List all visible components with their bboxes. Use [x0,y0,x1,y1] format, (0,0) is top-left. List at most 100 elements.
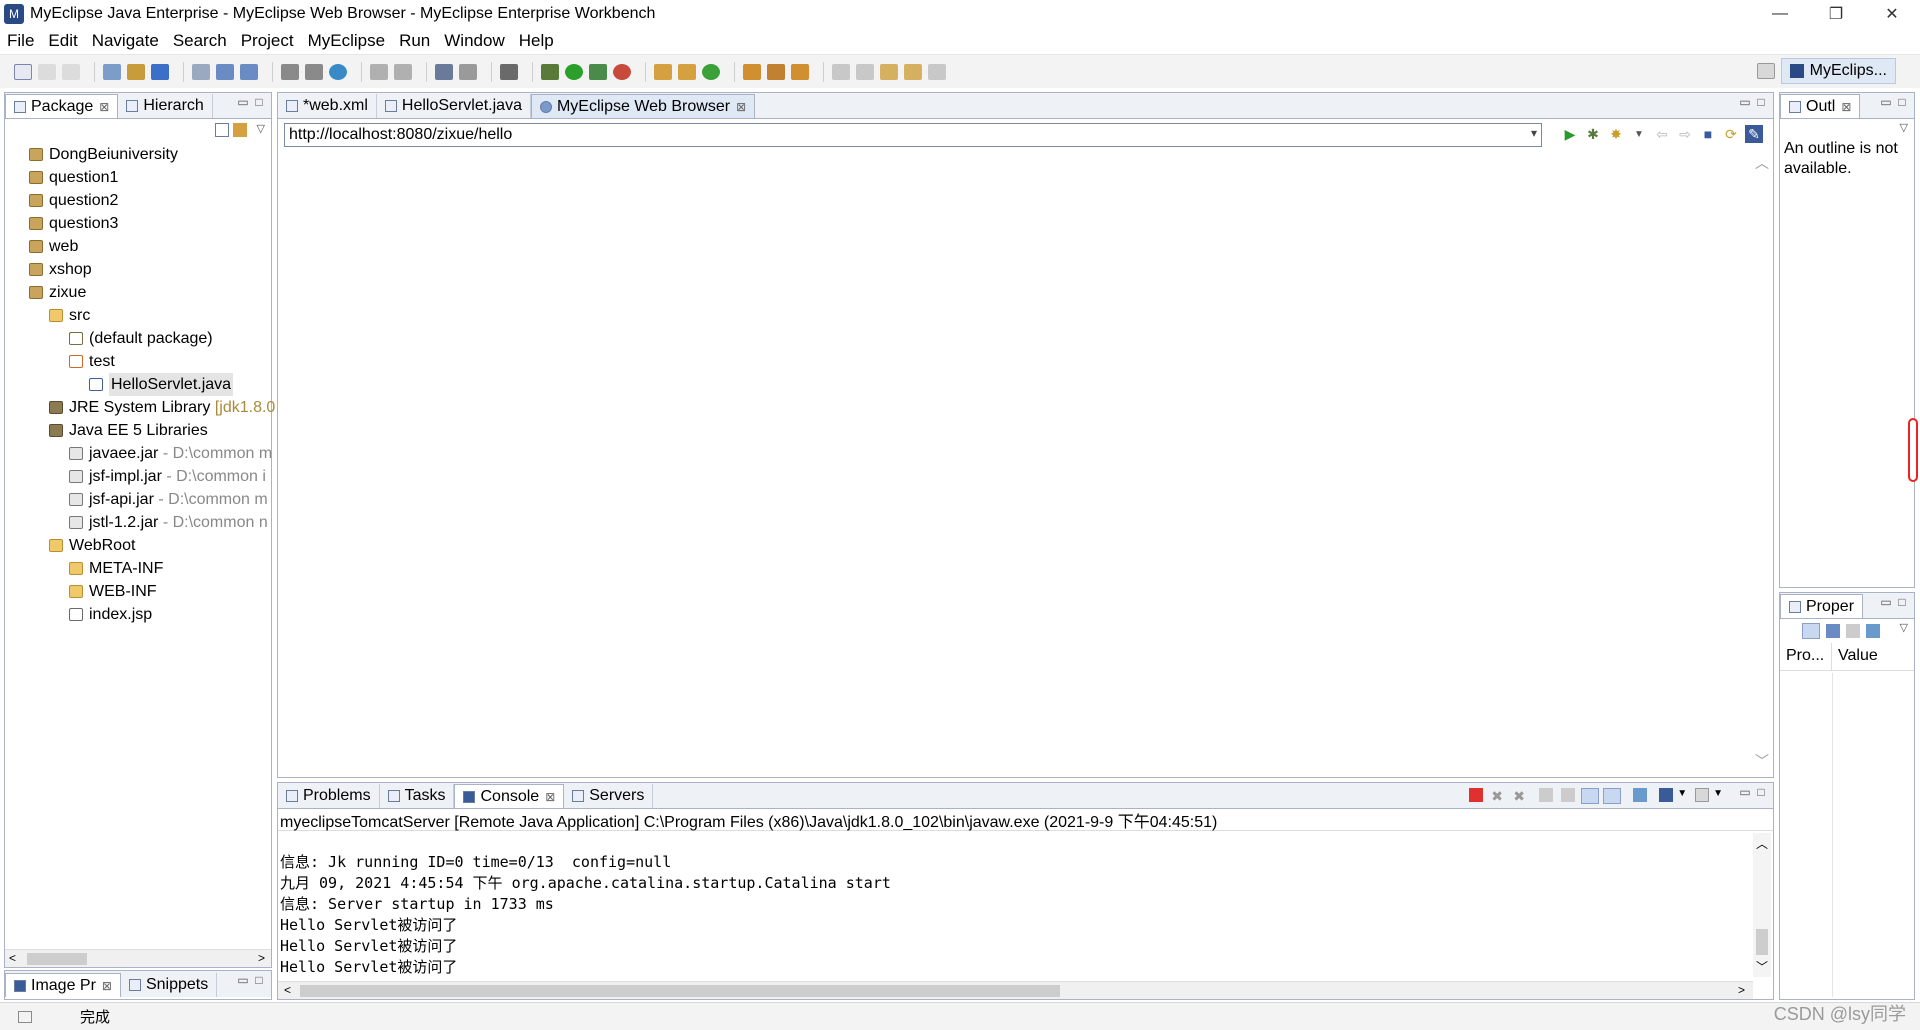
tab-problems[interactable]: Problems [278,784,380,808]
column-property[interactable]: Pro... [1780,643,1832,670]
tree-item-web[interactable]: web [5,235,271,258]
tree-item-dongbeiuniversity[interactable]: DongBeiuniversity [5,143,271,166]
fast-view-icon[interactable] [18,1010,32,1023]
tree-item-web-inf[interactable]: WEB-INF [5,580,271,603]
tree-item-javaee-jar[interactable]: javaee.jar - D:\common m [5,442,272,465]
console-vertical-scrollbar[interactable]: ︿ ﹀ [1753,833,1771,977]
globe-icon[interactable] [329,63,347,80]
column-value[interactable]: Value [1832,643,1884,670]
minimize-view-icon[interactable]: ▭ [235,95,251,109]
scroll-left-icon[interactable]: < [284,983,291,997]
scroll-down-icon[interactable]: ﹀ [1755,751,1769,771]
menu-file[interactable]: File [7,31,34,51]
terminate-icon[interactable] [1469,788,1484,802]
menu-help[interactable]: Help [519,31,554,51]
tree-item-webroot[interactable]: WebRoot [5,534,271,557]
tree-item-jre-system-library[interactable]: JRE System Library [jdk1.8.0 [5,396,275,419]
open-console-icon[interactable] [1695,788,1710,802]
chevron-down-icon[interactable]: ▾ [1531,126,1537,140]
grid-icon[interactable] [435,63,453,80]
package-horizontal-scrollbar[interactable]: < > [5,949,271,967]
display-console-icon[interactable] [1659,788,1674,802]
open-type-icon[interactable] [127,63,145,80]
tree-item-default-package[interactable]: (default package) [5,327,271,350]
stop-icon[interactable]: ■ [1699,125,1717,143]
browser-content[interactable] [280,151,1753,773]
edit-icon[interactable] [370,63,388,80]
scrollbar-thumb[interactable] [300,985,1060,997]
db-icon[interactable] [305,63,323,80]
maximize-view-icon[interactable]: □ [1753,95,1769,109]
maximize-view-icon[interactable]: □ [1753,785,1769,799]
scroll-lock-icon[interactable] [1561,788,1576,802]
browser-vertical-scrollbar[interactable]: ︿ ﹀ [1753,151,1771,773]
tab-image-preview[interactable]: Image Pr ⊠ [5,973,121,997]
tab-tasks[interactable]: Tasks [380,784,455,808]
debug-icon[interactable] [541,63,559,80]
scroll-up-icon[interactable]: ︿ [1755,153,1769,173]
close-icon[interactable]: ⊠ [1841,100,1851,114]
tree-item-javaee-libraries[interactable]: Java EE 5 Libraries [5,419,271,442]
new-project-icon[interactable] [702,63,720,80]
maximize-view-icon[interactable]: □ [251,95,267,109]
project-icon[interactable] [281,63,299,80]
url-field[interactable]: http://localhost:8080/zixue/hello ▾ [284,123,1542,147]
favorites-icon[interactable]: ✸ [1607,125,1625,143]
close-icon[interactable]: ⊠ [736,100,746,114]
tab-helloservlet-java[interactable]: HelloServlet.java [377,94,531,118]
restore-default-icon[interactable] [1846,624,1860,638]
tree-item-zixue[interactable]: zixue [5,281,271,304]
tree-item-question2[interactable]: question2 [5,189,271,212]
maximize-view-icon[interactable]: □ [251,973,267,987]
pin-console-icon[interactable] [1633,788,1648,802]
tab-outline[interactable]: Outl ⊠ [1780,94,1861,118]
scroll-right-icon[interactable]: > [1738,983,1745,997]
menu-search[interactable]: Search [173,31,227,51]
back-icon[interactable] [904,63,922,80]
chevron-down-icon[interactable]: ▼ [1713,788,1723,804]
back-icon[interactable]: ⇦ [1653,125,1671,143]
go-icon[interactable]: ▶ [1561,125,1579,143]
run-icon[interactable] [565,63,583,80]
tree-item-jstl-jar[interactable]: jstl-1.2.jar - D:\common n [5,511,271,534]
new-package-icon[interactable] [654,63,672,80]
new-java-icon[interactable] [103,63,121,80]
minimize-view-icon[interactable]: ▭ [235,973,251,987]
menu-project[interactable]: Project [241,31,294,51]
refresh-icon[interactable]: ⟳ [1722,125,1740,143]
tab-package-explorer[interactable]: Package ⊠ [5,94,119,118]
menu-run[interactable]: Run [399,31,430,51]
link-with-editor-icon[interactable] [233,123,247,137]
scroll-right-icon[interactable]: > [258,951,265,965]
categories-icon[interactable] [1802,623,1820,639]
browser-settings-icon[interactable]: ✎ [1745,125,1763,143]
run-config-icon[interactable] [589,63,607,80]
view-menu-icon[interactable]: ▽ [1900,121,1908,134]
open-task-icon[interactable] [791,63,809,80]
search-icon[interactable] [767,63,785,80]
tree-item-helloservlet[interactable]: HelloServlet.java [5,373,271,396]
tab-web-xml[interactable]: *web.xml [278,94,377,118]
clear-console-icon[interactable] [1539,788,1554,802]
refresh-icon[interactable] [394,63,412,80]
menu-navigate[interactable]: Navigate [92,31,159,51]
tab-console[interactable]: Console ⊠ [454,784,565,808]
chevron-down-icon[interactable]: ▼ [1630,125,1648,143]
close-icon[interactable]: ⊠ [545,790,555,804]
open-perspective-icon[interactable] [1756,63,1775,79]
new-icon[interactable] [14,63,32,80]
minimize-view-icon[interactable]: ▭ [1737,785,1753,799]
save-icon[interactable] [38,63,56,80]
pin-icon[interactable] [1866,624,1880,638]
chevron-down-icon[interactable]: ▼ [1677,788,1687,804]
tab-web-browser[interactable]: MyEclipse Web Browser ⊠ [530,94,756,118]
last-edit-icon[interactable] [880,63,898,80]
show-on-stderr-icon[interactable] [1603,788,1622,804]
maximize-button[interactable]: ❐ [1808,0,1864,28]
tree-item-question1[interactable]: question1 [5,166,271,189]
menu-window[interactable]: Window [444,31,504,51]
tree-item-jsf-impl-jar[interactable]: jsf-impl.jar - D:\common i [5,465,271,488]
tree-item-jsf-api-jar[interactable]: jsf-api.jar - D:\common m [5,488,271,511]
scrollbar-thumb[interactable] [1756,929,1768,955]
minimize-button[interactable]: — [1752,0,1808,28]
